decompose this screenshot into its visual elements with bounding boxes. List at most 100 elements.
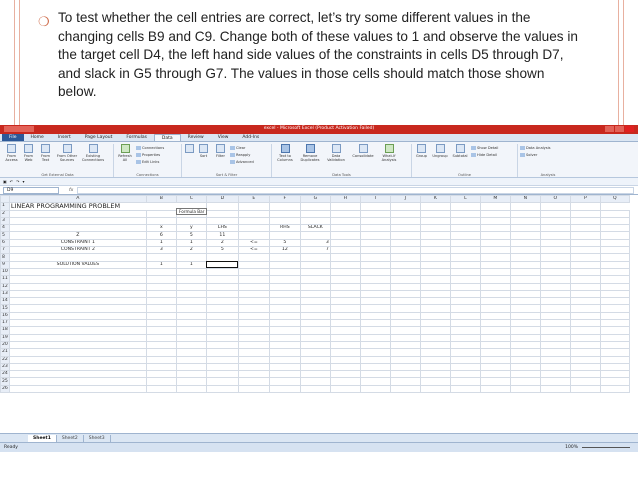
cell[interactable] xyxy=(359,224,391,233)
cell[interactable] xyxy=(599,326,630,335)
cell[interactable] xyxy=(299,362,331,372)
cell[interactable] xyxy=(569,355,601,364)
cell[interactable] xyxy=(509,304,541,313)
cell[interactable] xyxy=(268,370,301,379)
cell[interactable] xyxy=(329,370,361,379)
cell[interactable] xyxy=(299,297,331,306)
cell[interactable] xyxy=(389,267,421,277)
cell[interactable] xyxy=(599,384,630,394)
column-header[interactable]: H xyxy=(329,194,361,204)
fx-icon[interactable]: fx xyxy=(69,188,73,193)
column-header[interactable]: M xyxy=(479,194,511,204)
cell[interactable] xyxy=(237,289,270,299)
cell[interactable] xyxy=(449,216,481,226)
cell[interactable] xyxy=(389,246,421,255)
cell-slack-header[interactable]: SLACK xyxy=(299,224,331,233)
tab-data[interactable]: Data xyxy=(153,134,181,141)
cell[interactable] xyxy=(145,304,177,313)
cell[interactable] xyxy=(569,267,601,277)
cell[interactable] xyxy=(599,282,630,291)
cell[interactable] xyxy=(479,377,511,386)
cell[interactable] xyxy=(299,319,331,328)
cell[interactable] xyxy=(509,384,541,394)
cell[interactable] xyxy=(479,297,511,306)
column-header[interactable]: P xyxy=(569,194,601,204)
cell[interactable] xyxy=(449,355,481,364)
column-header[interactable]: A xyxy=(8,194,147,204)
cell[interactable] xyxy=(419,224,451,233)
cell[interactable] xyxy=(175,297,207,306)
cell[interactable] xyxy=(268,326,301,335)
cell[interactable] xyxy=(389,238,421,248)
cell[interactable] xyxy=(509,260,541,269)
cell[interactable] xyxy=(205,304,239,313)
row-header[interactable]: 11 xyxy=(0,275,10,284)
cell[interactable] xyxy=(509,282,541,291)
cell[interactable] xyxy=(389,384,421,394)
cell[interactable] xyxy=(268,260,301,269)
cell[interactable] xyxy=(599,362,630,372)
cell[interactable] xyxy=(299,267,331,277)
clear-button[interactable]: Clear xyxy=(230,145,254,151)
row-header[interactable]: 26 xyxy=(0,384,10,394)
cell[interactable] xyxy=(299,377,331,386)
cell[interactable] xyxy=(599,297,630,306)
cell[interactable] xyxy=(145,384,177,394)
cell[interactable] xyxy=(237,202,270,211)
cell[interactable] xyxy=(8,224,147,233)
cell[interactable] xyxy=(299,311,331,321)
solver-button[interactable]: Solver xyxy=(520,152,551,158)
cell[interactable] xyxy=(479,384,511,394)
sheet-tab-3[interactable]: Sheet3 xyxy=(84,435,111,442)
cell[interactable] xyxy=(419,377,451,386)
cell[interactable] xyxy=(449,304,481,313)
cell[interactable] xyxy=(359,282,391,291)
cell[interactable] xyxy=(329,202,361,211)
cell[interactable] xyxy=(389,377,421,386)
tab-review[interactable]: Review xyxy=(181,134,211,141)
cell[interactable] xyxy=(419,355,451,364)
cell[interactable] xyxy=(449,311,481,321)
cell[interactable] xyxy=(479,216,511,226)
cell[interactable] xyxy=(237,384,270,394)
cell[interactable] xyxy=(329,377,361,386)
cell[interactable] xyxy=(539,355,571,364)
cell[interactable] xyxy=(359,297,391,306)
cell[interactable] xyxy=(569,311,601,321)
cell[interactable] xyxy=(205,326,239,335)
cell[interactable] xyxy=(329,326,361,335)
cell[interactable] xyxy=(569,224,601,233)
row-header[interactable]: 21 xyxy=(0,348,10,357)
cell[interactable] xyxy=(145,355,177,364)
cell[interactable] xyxy=(569,253,601,262)
cell[interactable] xyxy=(599,246,630,255)
properties-button[interactable]: Properties xyxy=(136,152,164,158)
cell[interactable] xyxy=(359,333,391,342)
cell[interactable] xyxy=(539,246,571,255)
cell[interactable] xyxy=(329,319,361,328)
column-header[interactable]: N xyxy=(509,194,541,204)
cell[interactable] xyxy=(8,216,147,226)
cell[interactable] xyxy=(539,267,571,277)
save-icon[interactable]: ▣ xyxy=(3,179,7,184)
cell[interactable] xyxy=(479,311,511,321)
cell[interactable] xyxy=(8,340,147,350)
maximize-icon[interactable] xyxy=(615,126,624,132)
cell[interactable] xyxy=(237,282,270,291)
cell[interactable] xyxy=(329,362,361,372)
tab-view[interactable]: View xyxy=(211,134,236,141)
cell[interactable] xyxy=(359,348,391,357)
cell-label[interactable]: SOLUTION VALUES xyxy=(8,260,147,269)
cell[interactable] xyxy=(509,348,541,357)
row-header[interactable]: 4 xyxy=(0,224,10,233)
cell[interactable] xyxy=(175,326,207,335)
cell[interactable] xyxy=(359,340,391,350)
cell[interactable] xyxy=(539,319,571,328)
cell[interactable] xyxy=(539,304,571,313)
cell[interactable] xyxy=(539,289,571,299)
cell[interactable] xyxy=(359,238,391,248)
cell[interactable] xyxy=(329,267,361,277)
cell[interactable] xyxy=(268,377,301,386)
cell[interactable] xyxy=(599,333,630,342)
cell[interactable] xyxy=(329,209,361,218)
